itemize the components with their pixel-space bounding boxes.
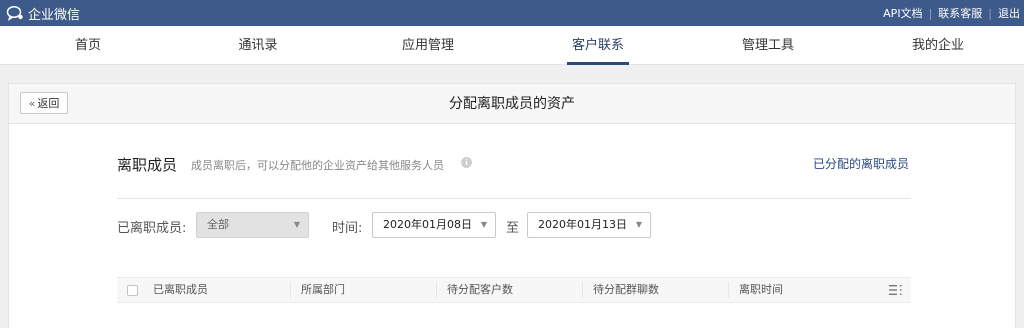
nav-item-management-tools[interactable]: 管理工具: [713, 26, 823, 65]
back-button[interactable]: « 返回: [20, 92, 68, 114]
api-docs-link[interactable]: API文档: [883, 5, 922, 21]
table-header: 已离职成员 所属部门 待分配客户数 待分配群聊数 离职时间: [117, 277, 911, 303]
nav-item-home[interactable]: 首页: [33, 26, 143, 65]
column-settings-icon[interactable]: [889, 284, 903, 296]
member-select-value: 全部: [207, 218, 229, 231]
info-icon[interactable]: i: [461, 157, 472, 168]
page-title: 分配离职成员的资产: [449, 96, 575, 112]
nav-item-customer-contact[interactable]: 客户联系: [543, 26, 653, 65]
end-date-select[interactable]: 2020年01月13日 ▼: [527, 212, 651, 238]
caret-down-icon: ▼: [635, 220, 642, 229]
section-divider: [117, 198, 911, 199]
end-date-value: 2020年01月13日: [538, 218, 627, 231]
content-panel: 分配离职成员的资产 « 返回 离职成员 成员离职后，可以分配他的企业资产给其他服…: [8, 83, 1016, 328]
start-date-value: 2020年01月08日: [383, 218, 472, 231]
app-name: 企业微信: [28, 7, 81, 23]
main-nav: 首页 通讯录 应用管理 客户联系 管理工具 我的企业: [0, 26, 1024, 65]
column-header-pending-group-chats: 待分配群聊数: [582, 282, 659, 298]
link-separator: |: [988, 6, 992, 20]
caret-down-icon: ▼: [293, 220, 300, 229]
time-filter-label: 时间:: [332, 221, 363, 236]
select-all-checkbox[interactable]: [127, 285, 138, 296]
nav-item-my-company[interactable]: 我的企业: [883, 26, 993, 65]
top-bar: 企业微信 API文档 | 联系客服 | 退出: [0, 0, 1024, 26]
link-separator: |: [928, 6, 933, 20]
back-button-label: 返回: [37, 97, 60, 110]
column-header-department: 所属部门: [290, 282, 345, 298]
panel-header: 分配离职成员的资产 « 返回: [9, 84, 1015, 124]
wecom-logo-icon: [6, 5, 23, 21]
member-select[interactable]: 全部 ▼: [196, 212, 309, 238]
caret-down-icon: ▼: [480, 220, 487, 229]
section-description: 成员离职后，可以分配他的企业资产给其他服务人员: [191, 159, 444, 172]
top-links: API文档 | 联系客服 | 退出: [883, 5, 1020, 21]
assigned-members-link[interactable]: 已分配的离职成员: [813, 155, 909, 172]
member-filter-label: 已离职成员:: [117, 221, 187, 236]
double-chevron-left-icon: «: [28, 96, 36, 110]
logout-link[interactable]: 退出: [998, 5, 1020, 21]
column-header-leave-time: 离职时间: [728, 282, 783, 298]
nav-item-contacts[interactable]: 通讯录: [203, 26, 313, 65]
section-title: 离职成员: [117, 156, 178, 174]
date-range-separator: 至: [506, 221, 520, 236]
column-header-pending-customers: 待分配客户数: [436, 282, 513, 298]
column-header-member: 已离职成员: [153, 283, 208, 296]
nav-item-apps[interactable]: 应用管理: [373, 26, 483, 65]
contact-support-link[interactable]: 联系客服: [938, 5, 982, 21]
start-date-select[interactable]: 2020年01月08日 ▼: [372, 212, 496, 238]
wecom-logo[interactable]: 企业微信: [6, 4, 81, 23]
